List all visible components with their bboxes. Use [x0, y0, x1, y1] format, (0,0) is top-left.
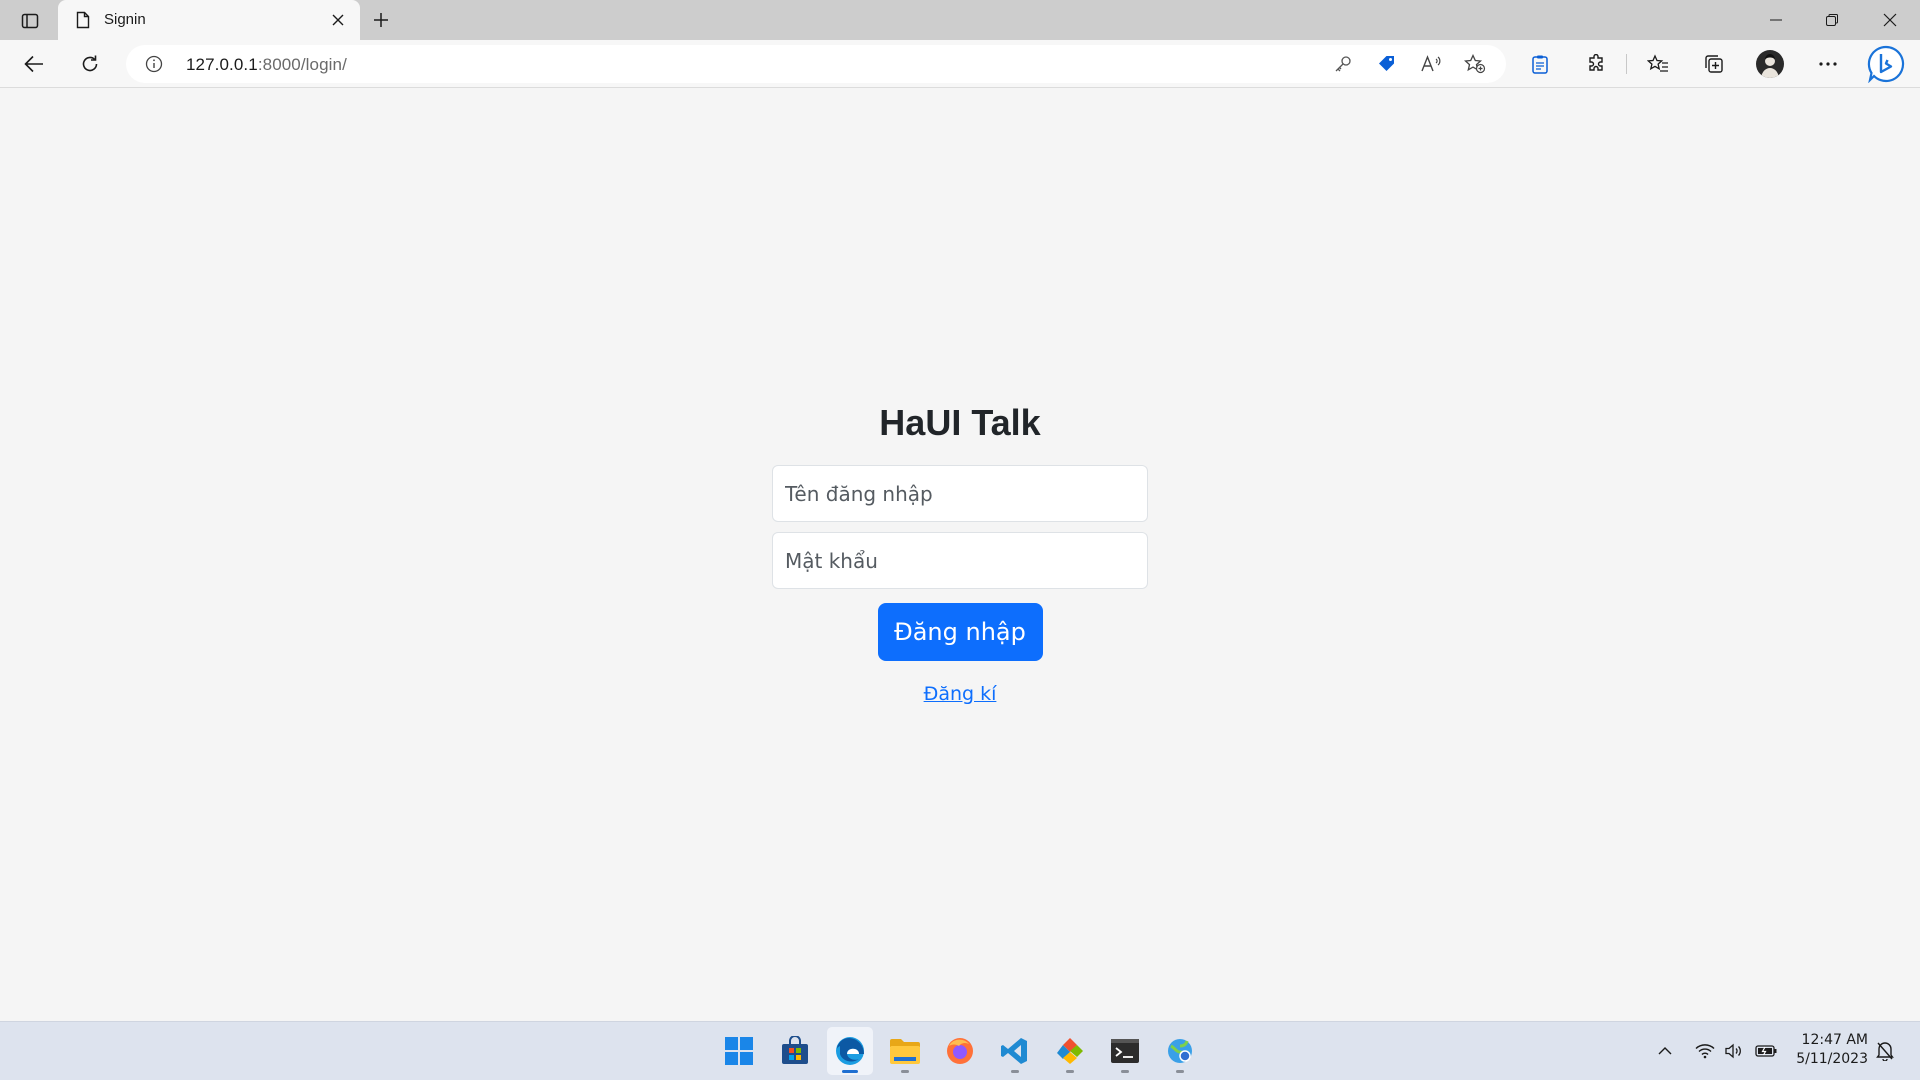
favorites-icon[interactable] — [1642, 49, 1674, 79]
close-window-button[interactable] — [1862, 0, 1918, 40]
running-indicator — [901, 1070, 909, 1073]
tab-strip: Signin — [0, 0, 1920, 40]
store-icon[interactable] — [772, 1027, 818, 1075]
edge-icon[interactable] — [827, 1027, 873, 1075]
read-aloud-icon[interactable] — [1418, 52, 1444, 76]
file-explorer-icon[interactable] — [882, 1027, 928, 1075]
key-icon[interactable] — [1330, 52, 1356, 76]
address-bar[interactable]: 127.0.0.1:8000/login/ — [126, 45, 1506, 83]
url-host: 127.0.0.1 — [186, 55, 258, 74]
tab-actions-icon[interactable] — [12, 8, 48, 34]
tab-title: Signin — [104, 11, 146, 28]
git-icon[interactable] — [1047, 1027, 1093, 1075]
firefox-icon[interactable] — [937, 1027, 983, 1075]
password-input[interactable] — [772, 532, 1148, 589]
running-indicator — [1066, 1070, 1074, 1073]
signup-link[interactable]: Đăng kí — [924, 683, 997, 705]
start-button[interactable] — [716, 1027, 762, 1075]
toolbar-divider — [1626, 54, 1627, 74]
volume-icon[interactable] — [1723, 1040, 1745, 1062]
taskbar: 12:47 AM 5/11/2023 — [0, 1021, 1920, 1080]
username-input[interactable] — [772, 465, 1148, 522]
chevron-up-icon[interactable] — [1654, 1040, 1676, 1062]
clock-date: 5/11/2023 — [1796, 1051, 1868, 1067]
active-indicator — [842, 1070, 858, 1073]
shopping-tag-icon[interactable] — [1374, 52, 1400, 76]
refresh-button[interactable] — [72, 47, 108, 81]
bing-chat-icon[interactable] — [1866, 44, 1906, 84]
page-icon — [74, 10, 92, 30]
running-indicator — [1176, 1070, 1184, 1073]
terminal-icon[interactable] — [1102, 1027, 1148, 1075]
close-icon[interactable] — [328, 10, 348, 30]
running-indicator — [1011, 1070, 1019, 1073]
browser-tab[interactable]: Signin — [58, 0, 360, 40]
more-options-icon[interactable] — [1812, 49, 1844, 79]
running-indicator — [1121, 1070, 1129, 1073]
login-button[interactable]: Đăng nhập — [877, 603, 1043, 661]
extensions-icon[interactable] — [1580, 49, 1612, 79]
back-button[interactable] — [16, 47, 52, 81]
page-content: HaUI Talk Đăng nhập Đăng kí — [0, 89, 1920, 1021]
notification-bell-icon[interactable] — [1874, 1040, 1896, 1062]
battery-icon[interactable] — [1755, 1040, 1777, 1062]
vscode-icon[interactable] — [992, 1027, 1038, 1075]
add-favorite-icon[interactable] — [1462, 52, 1488, 76]
url-text[interactable]: 127.0.0.1:8000/login/ — [186, 55, 347, 75]
page-title: HaUI Talk — [879, 402, 1041, 443]
login-form: HaUI Talk Đăng nhập Đăng kí — [772, 401, 1148, 705]
clock-time: 12:47 AM — [1801, 1032, 1868, 1048]
new-tab-button[interactable] — [366, 6, 396, 34]
browser-toolbar: 127.0.0.1:8000/login/ — [0, 40, 1920, 88]
wifi-icon[interactable] — [1694, 1040, 1716, 1062]
minimize-button[interactable] — [1748, 0, 1804, 40]
url-path: :8000/login/ — [257, 55, 347, 74]
info-icon[interactable] — [144, 54, 164, 74]
collections-clipboard-icon[interactable] — [1524, 49, 1556, 79]
restore-button[interactable] — [1804, 0, 1860, 40]
collections-icon[interactable] — [1698, 49, 1730, 79]
network-tool-icon[interactable] — [1157, 1027, 1203, 1075]
taskbar-clock[interactable]: 12:47 AM 5/11/2023 — [1786, 1031, 1868, 1069]
profile-avatar[interactable] — [1756, 50, 1784, 78]
